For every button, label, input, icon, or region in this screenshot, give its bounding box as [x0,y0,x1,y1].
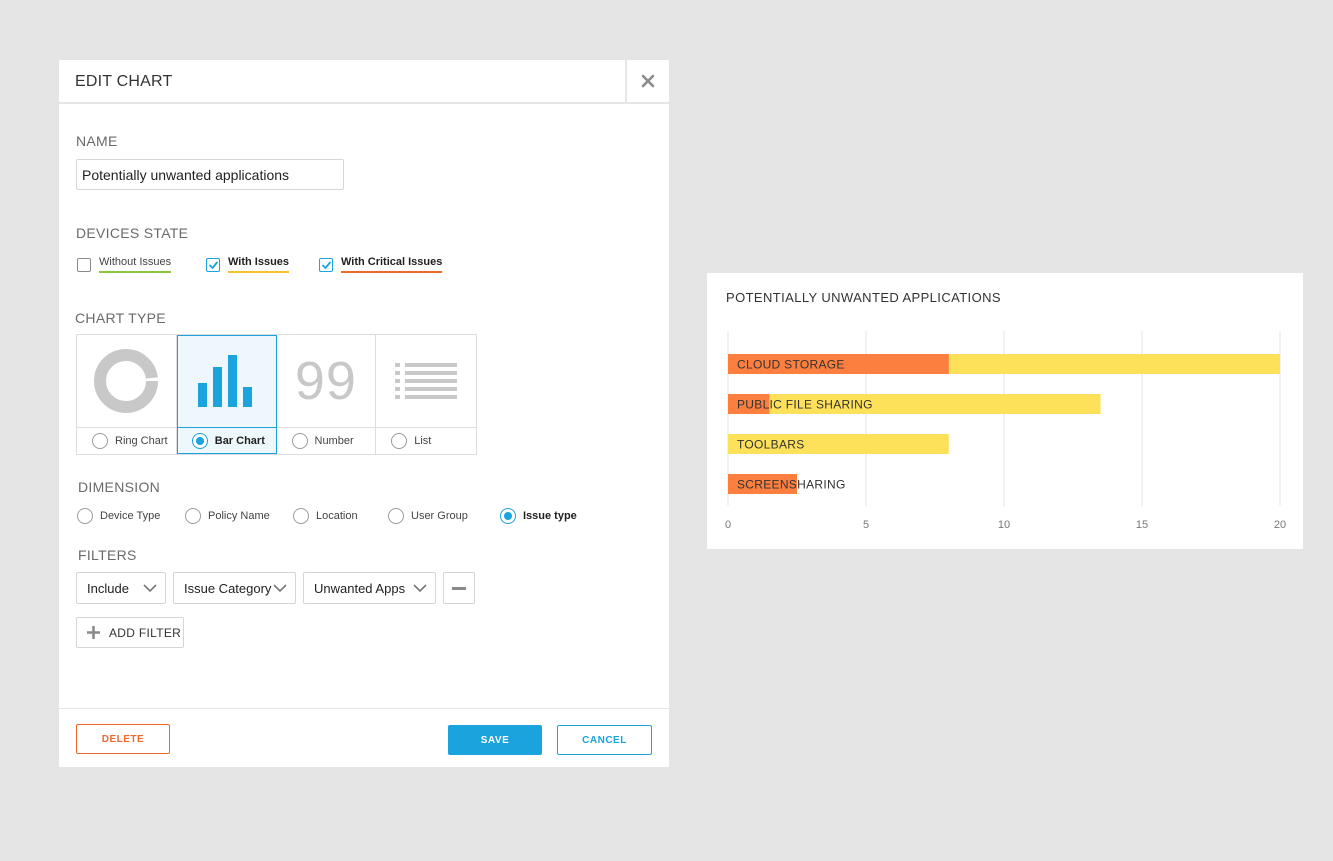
checkbox-box-checked [206,257,220,272]
x-tick-label: 15 [1136,519,1148,531]
checkbox-box-checked [319,257,333,272]
chart-type-list[interactable]: List [376,335,476,454]
category-label: PUBLIC FILE SHARING [737,398,873,412]
dimension-location[interactable]: Location [293,508,358,524]
chart-preview-panel: POTENTIALLY UNWANTED APPLICATIONS CLOUD … [707,273,1303,549]
policy-name-label: Policy Name [208,510,270,522]
filters-label: FILTERS [78,547,137,563]
ring-chart-icon [94,349,159,413]
issue-type-radio[interactable] [500,508,516,524]
with-critical-issues-checkbox[interactable]: With Critical Issues [319,256,443,273]
close-icon [641,74,655,88]
dimension-device-type[interactable]: Device Type [77,508,160,524]
filter-category-select[interactable]: Issue Category [173,572,296,604]
list-label: List [414,435,432,447]
list-option[interactable]: List [376,427,476,454]
edit-chart-dialog: EDIT CHART NAME DEVICES STATE Without Is… [59,60,669,767]
category-label: TOOLBARS [737,438,805,452]
add-filter-button[interactable]: ADD FILTER [76,617,184,648]
save-button[interactable]: SAVE [448,725,542,755]
dialog-footer: DELETE SAVE CANCEL [59,708,669,767]
with-issues-checkbox[interactable]: With Issues [206,256,290,273]
x-tick-label: 10 [998,519,1010,531]
dimension-label: DIMENSION [78,479,161,495]
chevron-down-icon [143,584,157,593]
x-tick-label: 0 [725,519,731,531]
device-type-label: Device Type [100,510,161,522]
add-filter-label: ADD FILTER [109,625,182,640]
without-issues-checkbox[interactable]: Without Issues [77,256,172,273]
x-tick-label: 20 [1274,519,1286,531]
with-critical-issues-label: With Critical Issues [341,256,443,273]
location-radio[interactable] [293,508,309,524]
check-icon [322,261,331,269]
issue-type-label: Issue type [523,510,577,522]
check-icon [209,261,218,269]
ring-chart-option[interactable]: Ring Chart [77,427,176,454]
name-label: NAME [76,133,118,149]
filter-value-value: Unwanted Apps [314,580,406,596]
list-icon-wrap [376,335,476,427]
bar-chart-label: Bar Chart [214,435,265,447]
ring-chart-radio[interactable] [92,433,108,449]
dialog-title: EDIT CHART [75,73,173,90]
device-type-radio[interactable] [77,508,93,524]
chart-type-ring[interactable]: Ring Chart [77,335,177,454]
close-button[interactable] [625,60,669,104]
dimension-user-group[interactable]: User Group [388,508,468,524]
chart-type-label: CHART TYPE [75,310,166,326]
dialog-header: EDIT CHART [59,60,669,104]
filter-include-value: Include [87,580,129,596]
chevron-down-icon [273,584,287,593]
filter-include-select[interactable]: Include [76,572,166,604]
filter-category-value: Issue Category [184,580,272,596]
delete-button[interactable]: DELETE [76,724,170,754]
number-icon-wrap: 99 [277,335,376,427]
without-issues-label: Without Issues [99,256,172,273]
chevron-down-icon [413,584,427,593]
bar-chart-radio[interactable] [191,433,208,449]
remove-filter-button[interactable] [443,572,475,604]
policy-name-radio[interactable] [185,508,201,524]
bar-chart-icon-wrap [177,335,276,427]
category-label: SCREENSHARING [737,478,846,492]
ring-chart-label: Ring Chart [115,435,168,447]
dimension-policy-name[interactable]: Policy Name [185,508,270,524]
number-icon: 99 [294,351,357,411]
location-label: Location [316,510,358,522]
bar-chart-icon [198,355,253,407]
number-radio[interactable] [291,433,308,449]
user-group-radio[interactable] [388,508,404,524]
dimension-issue-type[interactable]: Issue type [500,508,577,524]
devices-state-label: DEVICES STATE [76,225,189,241]
with-issues-label: With Issues [228,256,290,273]
user-group-label: User Group [411,510,468,522]
chart-name-input[interactable] [76,159,344,190]
list-radio[interactable] [391,433,408,449]
cancel-button[interactable]: CANCEL [557,725,652,755]
chart-type-bar[interactable]: Bar Chart [176,335,277,454]
checkbox-box [77,257,91,272]
bar-chart-option[interactable]: Bar Chart [176,427,276,454]
chart-type-grid: Ring Chart Bar Chart 99 Number List [76,334,477,455]
category-label: CLOUD STORAGE [737,358,845,372]
list-icon [395,363,458,399]
chart-type-number[interactable]: 99 Number [276,335,377,454]
plus-icon [87,626,100,639]
minus-icon [452,587,466,590]
number-label: Number [314,435,354,447]
bar-chart: CLOUD STORAGE PUBLIC FILE SHARING TOOLBARS… [725,331,1286,531]
filter-value-select[interactable]: Unwanted Apps [303,572,436,604]
ring-chart-icon-wrap [77,335,176,427]
x-tick-label: 5 [863,519,869,531]
number-option[interactable]: Number [276,427,376,454]
